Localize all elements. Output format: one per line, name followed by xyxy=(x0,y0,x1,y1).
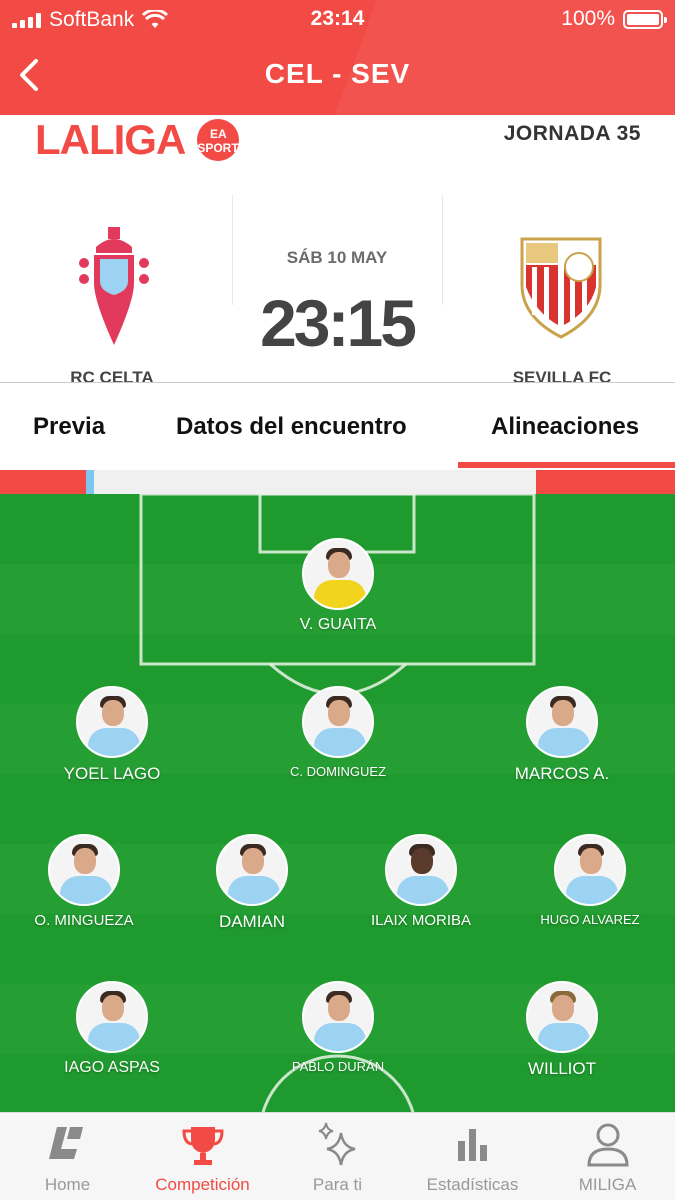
player-name: WILLIOT xyxy=(527,1059,596,1078)
player-avatar xyxy=(216,834,288,906)
nav-label: Competición xyxy=(155,1175,250,1194)
lineup-pitch: V. GUAITA YOEL LAGO C. DOMINGUEZ MARCOS … xyxy=(0,494,675,1112)
nav-para-ti[interactable]: Para ti xyxy=(270,1119,405,1195)
player-row2-3[interactable]: ILAIX MORIBA xyxy=(331,834,511,929)
nav-label: Home xyxy=(44,1175,91,1194)
player-avatar xyxy=(302,686,374,758)
kickoff-time: 23:15 xyxy=(260,286,417,360)
player-name: PABLO DURÁN xyxy=(291,1059,385,1074)
player-name: ILAIX MORIBA xyxy=(370,912,472,929)
nav-label: Para ti xyxy=(312,1175,363,1194)
player-gk[interactable]: V. GUAITA xyxy=(248,538,428,634)
battery-icon xyxy=(623,9,667,29)
player-avatar xyxy=(302,981,374,1053)
player-row3-2[interactable]: PABLO DURÁN xyxy=(248,981,428,1074)
player-name: HUGO ALVAREZ xyxy=(540,912,640,927)
player-row2-2[interactable]: DAMIAN xyxy=(162,834,342,932)
player-row3-1[interactable]: IAGO ASPAS xyxy=(22,981,202,1077)
trophy-icon xyxy=(181,1127,224,1165)
nav-miliga[interactable]: MILIGA xyxy=(540,1119,675,1195)
player-name: IAGO ASPAS xyxy=(64,1059,160,1076)
tab-alineaciones[interactable]: Alineaciones xyxy=(491,413,639,441)
player-avatar xyxy=(526,686,598,758)
nav-estadisticas[interactable]: Estadísticas xyxy=(405,1119,540,1195)
nav-label: Estadísticas xyxy=(426,1175,519,1194)
page-title: CEL - SEV xyxy=(264,58,411,89)
league-wordmark: LALIGA xyxy=(35,116,186,163)
league-logo: LALIGA EA SPORTS xyxy=(35,116,247,164)
sparkles-icon xyxy=(318,1122,355,1166)
app-header: SoftBank 23:14 100% CEL - SEV xyxy=(0,0,675,115)
away-team-name: SEVILLA FC xyxy=(512,368,612,382)
player-avatar xyxy=(76,981,148,1053)
player-avatar xyxy=(76,686,148,758)
player-row2-1[interactable]: O. MINGUEZA xyxy=(0,834,174,929)
player-avatar xyxy=(554,834,626,906)
bar-chart-icon xyxy=(457,1129,487,1161)
player-row1-3[interactable]: MARCOS A. xyxy=(472,686,652,784)
tab-datos-del-encuentro[interactable]: Datos del encuentro xyxy=(176,413,407,441)
active-tab-indicator xyxy=(458,462,675,468)
tab-previa[interactable]: Previa xyxy=(33,413,105,441)
home-team-name: RC CELTA xyxy=(70,368,154,382)
match-tabs: Previa Datos del encuentro Alineaciones xyxy=(0,382,675,470)
player-row1-2[interactable]: C. DOMINGUEZ xyxy=(248,686,428,779)
ea-sports-badge: EA SPORTS xyxy=(197,119,247,161)
status-bar: SoftBank 23:14 100% xyxy=(0,0,675,38)
sevilla-crest-icon[interactable] xyxy=(518,235,604,339)
player-name: O. MINGUEZA xyxy=(34,912,134,929)
nav-home[interactable]: Home xyxy=(0,1119,135,1195)
player-row1-1[interactable]: YOEL LAGO xyxy=(22,686,202,784)
player-name: YOEL LAGO xyxy=(63,764,161,783)
player-name: V. GUAITA xyxy=(299,616,377,633)
player-row3-3[interactable]: WILLIOT xyxy=(472,981,652,1079)
nav-label: MILIGA xyxy=(578,1175,637,1194)
round-label: JORNADA 35 xyxy=(503,122,641,145)
player-avatar xyxy=(302,538,374,610)
user-icon xyxy=(586,1123,629,1167)
player-name: DAMIAN xyxy=(218,912,286,931)
player-avatar xyxy=(48,834,120,906)
player-avatar xyxy=(526,981,598,1053)
celta-crest-icon[interactable] xyxy=(78,225,150,347)
laliga-logo-icon xyxy=(48,1127,83,1159)
divider-right xyxy=(442,195,443,305)
match-date: SÁB 10 MAY xyxy=(286,248,388,267)
team-color-strip xyxy=(0,470,675,494)
battery-label: 100% xyxy=(561,7,615,30)
player-name: C. DOMINGUEZ xyxy=(289,764,387,779)
bottom-nav: Home Competición Para ti Estadísticas MI… xyxy=(0,1112,675,1200)
player-avatar xyxy=(385,834,457,906)
nav-competicion[interactable]: Competición xyxy=(135,1119,270,1195)
battery: 100% xyxy=(561,7,667,31)
player-row2-4[interactable]: HUGO ALVAREZ xyxy=(500,834,675,927)
player-name: MARCOS A. xyxy=(514,764,610,783)
